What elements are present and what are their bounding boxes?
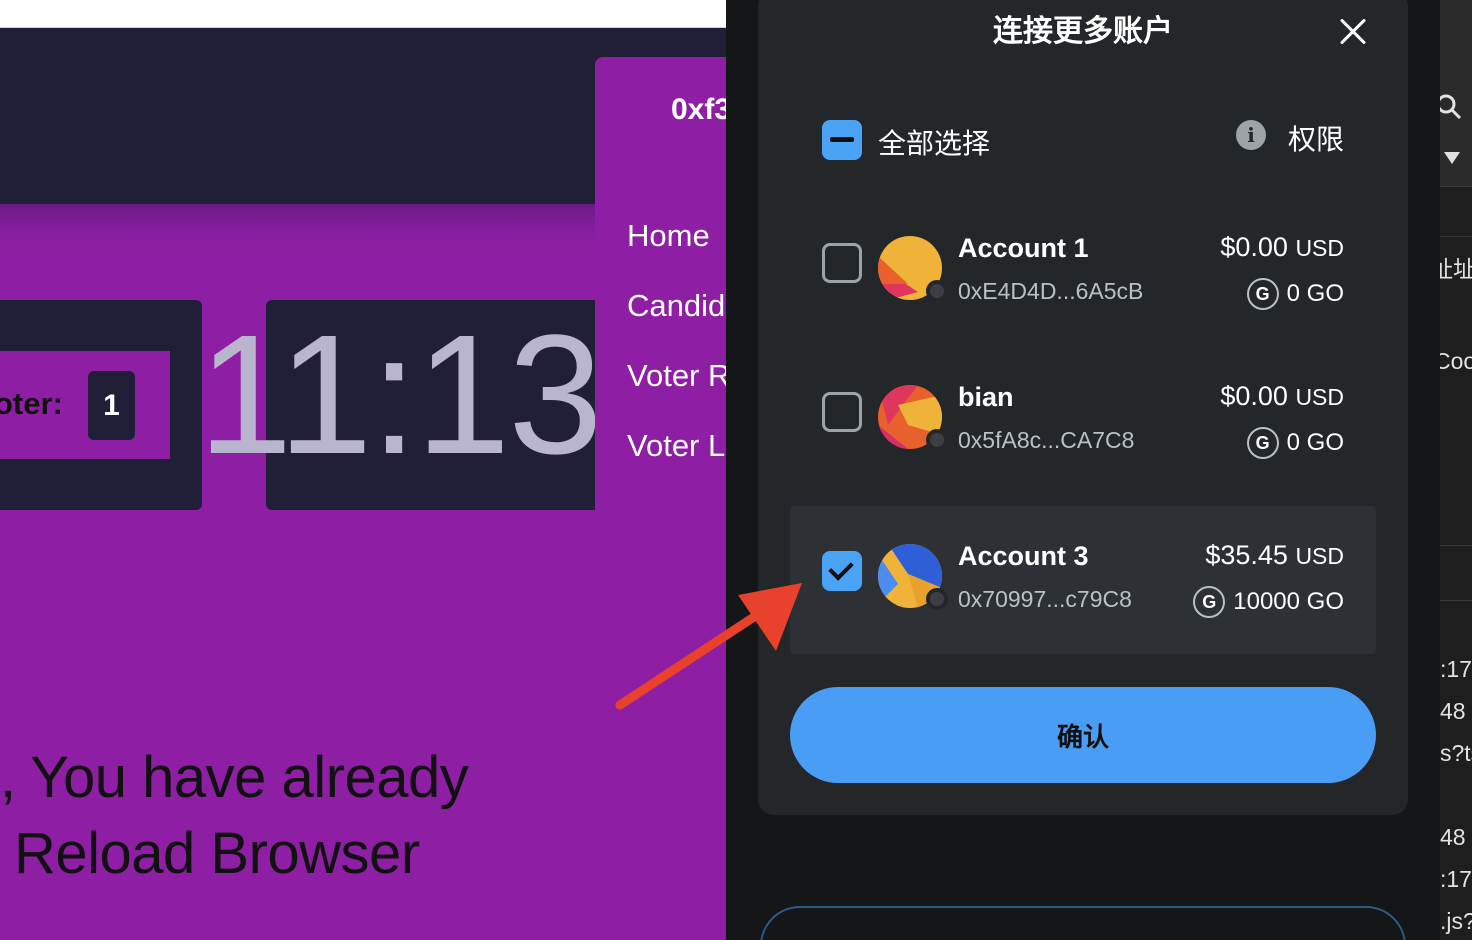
close-icon[interactable] (1331, 10, 1375, 54)
devtools-divider (1440, 186, 1472, 187)
usd-unit: USD (1295, 384, 1344, 410)
devtools-text: 48 (1440, 698, 1466, 724)
account-status-dot (926, 588, 948, 610)
info-icon[interactable]: i (1236, 120, 1266, 150)
account-row-selected[interactable]: Account 3 0x70997...c79C8 $35.45 USD G 10… (790, 506, 1376, 654)
devtools-divider (1440, 545, 1472, 546)
nav-item-voter-list[interactable]: Voter L (627, 428, 725, 464)
select-all-row: 全部选择 i 权限 (822, 120, 1344, 162)
usd-amount: $0.00 (1220, 232, 1288, 262)
account-address: 0x5fA8c...CA7C8 (958, 427, 1135, 453)
devtools-text: Coo (1440, 348, 1472, 374)
devtools-text: 址址 (1440, 256, 1472, 282)
select-all-checkbox[interactable] (822, 120, 862, 160)
account-address: 0xE4D4D...6A5cB (958, 278, 1144, 304)
search-icon[interactable] (1440, 92, 1464, 122)
permissions-link[interactable]: 权限 (1288, 118, 1344, 158)
go-token-icon: G (1193, 586, 1226, 618)
voting-dapp: oter: 1 11:13:4 0xf3 Home Candid Voter R… (0, 0, 726, 940)
account-go-balance: G 0 GO (1246, 278, 1344, 310)
account-go-balance: G 0 GO (1246, 427, 1344, 459)
connected-address: 0xf3 (671, 93, 726, 126)
account-checkbox-checked[interactable] (822, 551, 862, 591)
go-amount: 0 GO (1286, 280, 1344, 307)
account-name: bian (958, 382, 1014, 412)
usd-unit: USD (1295, 543, 1344, 569)
devtools-text: 48 (1440, 824, 1466, 850)
reload-browser-message: Reload Browser (14, 821, 420, 886)
account-name: Account 1 (958, 233, 1089, 263)
nav-item-voter-registration[interactable]: Voter R (627, 358, 726, 394)
usd-amount: $0.00 (1220, 381, 1288, 411)
devtools-divider (1440, 236, 1472, 237)
modal-title: 连接更多账户 (993, 14, 1173, 49)
wallet-popup: 连接更多账户 全部选择 i 权限 Account 1 0xE4D4D...6A5… (726, 0, 1440, 940)
account-checkbox[interactable] (822, 243, 862, 283)
connect-accounts-modal: 连接更多账户 全部选择 i 权限 Account 1 0xE4D4D...6A5… (758, 0, 1408, 815)
account-checkbox[interactable] (822, 392, 862, 432)
usd-unit: USD (1295, 235, 1344, 261)
account-usd-balance: $0.00 USD (1220, 232, 1344, 263)
devtools-text: s?ts (1440, 740, 1472, 766)
account-usd-balance: $35.45 USD (1205, 540, 1344, 571)
devtools-divider (1440, 600, 1472, 601)
account-name: Account 3 (958, 541, 1089, 571)
go-token-icon: G (1246, 278, 1279, 310)
account-usd-balance: $0.00 USD (1220, 381, 1344, 412)
voter-count-badge: 1 (88, 371, 135, 440)
browser-strip (0, 0, 726, 28)
go-amount: 10000 GO (1233, 588, 1344, 615)
devtools-panel: 址址 Coo :17 48 s?ts 48 :17 .js? (1440, 0, 1472, 940)
devtools-text: :17 (1440, 866, 1472, 892)
account-status-dot (926, 280, 948, 302)
confirm-button[interactable]: 确认 (790, 687, 1376, 783)
bottom-card (760, 906, 1406, 940)
account-go-balance: G 10000 GO (1193, 586, 1344, 618)
go-amount: 0 GO (1286, 429, 1344, 456)
account-row[interactable]: Account 1 0xE4D4D...6A5cB $0.00 USD G 0 G… (790, 198, 1376, 346)
already-voted-message: , You have already (0, 745, 469, 810)
voter-label: oter: (0, 386, 63, 421)
select-all-label[interactable]: 全部选择 (878, 122, 990, 162)
nav-item-home[interactable]: Home (627, 218, 710, 254)
account-row[interactable]: bian 0x5fA8c...CA7C8 $0.00 USD G 0 GO (790, 347, 1376, 495)
account-address: 0x70997...c79C8 (958, 586, 1132, 612)
devtools-text: :17 (1440, 656, 1472, 682)
devtools-text: .js? (1440, 908, 1472, 934)
dropdown-triangle-icon[interactable] (1442, 150, 1462, 166)
usd-amount: $35.45 (1205, 540, 1288, 570)
nav-item-candidates[interactable]: Candid (627, 288, 725, 324)
account-status-dot (926, 429, 948, 451)
go-token-icon: G (1246, 427, 1279, 459)
